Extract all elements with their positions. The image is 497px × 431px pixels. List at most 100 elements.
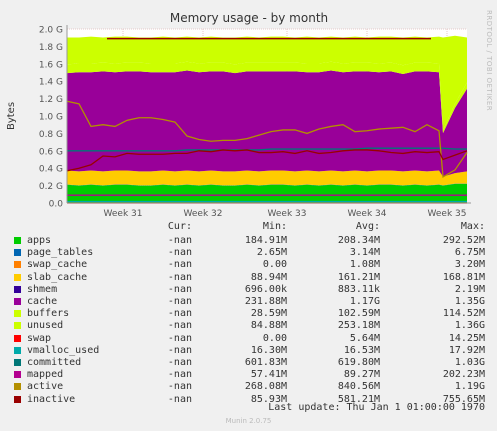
y-tick-label: 0.6 G: [39, 147, 63, 157]
last-update: Last update: Thu Jan 1 01:00:00 1970: [268, 402, 485, 413]
legend-max: 1.35G: [454, 296, 485, 307]
legend-max: 114.52M: [442, 308, 485, 320]
header-min: Min:: [262, 221, 287, 232]
legend-max: 1.03G: [454, 357, 485, 368]
rrdtool-credit: RRDTOOL / TOBI OETIKER: [485, 10, 493, 112]
legend-min: 57.41M: [250, 369, 287, 381]
legend-min: 184.91M: [244, 235, 287, 246]
memory-chart: 0.0 0.2 G 0.4 G 0.6 G 0.8 G 1.0 G 1.2 G 1.4 G 1.…: [6, 11, 471, 219]
area-cache: [67, 70, 467, 177]
y-tick-label: 1.8 G: [39, 43, 63, 53]
legend-min: 0.00: [262, 259, 287, 271]
legend-name: vmalloc_used: [27, 344, 100, 356]
legend-row-apps: apps -nan 184.91M 208.34M 292.52M: [0, 235, 497, 247]
legend-min: 16.30M: [250, 344, 287, 356]
legend-max: 292.52M: [442, 235, 485, 246]
y-tick-label: 0.2 G: [39, 182, 63, 192]
legend-max: 1.36G: [454, 320, 485, 332]
legend-cur: -nan: [167, 381, 192, 393]
legend-row-active: active -nan 268.08M 840.56M 1.19G: [0, 381, 497, 393]
legend-avg: 619.80M: [337, 357, 380, 368]
legend-name: inactive: [27, 393, 76, 405]
legend-avg: 5.64M: [349, 332, 380, 344]
legend-name: unused: [27, 320, 64, 332]
legend-min: 84.88M: [250, 320, 287, 332]
legend-cur: -nan: [167, 332, 192, 344]
header-avg: Avg:: [355, 221, 380, 232]
chart-title: Memory usage - by month: [170, 11, 328, 25]
legend-cur: -nan: [167, 369, 192, 381]
munin-footer: Munin 2.0.75: [225, 417, 272, 425]
y-tick-label: 2.0 G: [39, 26, 63, 36]
y-axis-label: Bytes: [6, 102, 17, 130]
legend-name: swap_cache: [27, 259, 88, 271]
legend-row-vmalloc_used: vmalloc_used -nan 16.30M 16.53M 17.92M: [0, 345, 497, 357]
legend-name: buffers: [27, 308, 70, 320]
legend-min: 696.00k: [244, 283, 287, 295]
legend-cur: -nan: [167, 296, 192, 307]
legend-cur: -nan: [167, 235, 192, 246]
y-tick-label: 1.0 G: [39, 113, 63, 123]
y-tick-label: 1.2 G: [39, 95, 63, 105]
legend-max: 6.75M: [454, 247, 485, 259]
legend-swatch: [14, 237, 21, 244]
legend-row-mapped: mapped -nan 57.41M 89.27M 202.23M: [0, 369, 497, 381]
legend-min: 88.94M: [250, 271, 287, 283]
legend-cur: -nan: [167, 357, 192, 368]
legend-min: 2.65M: [256, 247, 287, 259]
legend-avg: 1.17G: [349, 296, 380, 307]
x-tick-label: Week 34: [348, 209, 387, 219]
legend-avg: 89.27M: [343, 369, 380, 381]
legend-cur: -nan: [167, 271, 192, 283]
legend-row-cache: cache -nan 231.88M 1.17G 1.35G: [0, 296, 497, 308]
legend-name: slab_cache: [27, 271, 88, 283]
legend-cur: -nan: [167, 393, 192, 405]
legend-avg: 1.08M: [349, 259, 380, 271]
legend-cur: -nan: [167, 308, 192, 320]
legend-max: 14.25M: [448, 332, 485, 344]
legend-avg: 161.21M: [337, 271, 380, 283]
legend-avg: 253.18M: [337, 320, 380, 332]
legend-cur: -nan: [167, 259, 192, 271]
legend-cur: -nan: [167, 344, 192, 356]
header-max: Max:: [460, 221, 485, 232]
legend-swatch: [14, 322, 21, 330]
legend-row-committed: committed -nan 601.83M 619.80M 1.03G: [0, 357, 497, 369]
legend-avg: 840.56M: [337, 381, 380, 393]
legend-row-buffers: buffers -nan 28.59M 102.59M 114.52M: [0, 308, 497, 320]
legend-cur: -nan: [167, 247, 192, 259]
legend-row-swap: swap -nan 0.00 5.64M 14.25M: [0, 333, 497, 345]
legend-swatch: [14, 261, 21, 269]
legend-swatch: [14, 249, 21, 257]
x-tick-label: Week 35: [428, 209, 467, 219]
legend-row-slab_cache: slab_cache -nan 88.94M 161.21M 168.81M: [0, 272, 497, 284]
y-tick-label: 1.4 G: [39, 78, 63, 88]
legend-avg: 102.59M: [337, 308, 380, 320]
legend-min: 28.59M: [250, 308, 287, 320]
x-tick-label: Week 33: [268, 209, 307, 219]
y-tick-label: 0.8 G: [39, 130, 63, 140]
legend-name: committed: [27, 357, 82, 368]
legend-avg: 16.53M: [343, 344, 380, 356]
legend-name: cache: [27, 296, 58, 307]
legend-min: 268.08M: [244, 381, 287, 393]
legend-swatch: [14, 298, 21, 305]
legend-max: 202.23M: [442, 369, 485, 381]
legend-cur: -nan: [167, 283, 192, 295]
stacked-areas: [67, 35, 467, 203]
legend-name: active: [27, 381, 64, 393]
legend-name: shmem: [27, 283, 58, 295]
legend-row-unused: unused -nan 84.88M 253.18M 1.36G: [0, 320, 497, 332]
x-tick-label: Week 31: [104, 209, 143, 219]
legend-max: 17.92M: [448, 344, 485, 356]
legend-min: 0.00: [262, 332, 287, 344]
legend-name: apps: [27, 235, 52, 246]
legend-swatch: [14, 310, 21, 318]
legend-max: 1.19G: [454, 381, 485, 393]
legend-min: 601.83M: [244, 357, 287, 368]
legend-row-shmem: shmem -nan 696.00k 883.11k 2.19M: [0, 284, 497, 296]
y-tick-label: 1.6 G: [39, 60, 63, 70]
x-tick-label: Week 32: [184, 209, 223, 219]
legend-name: swap: [27, 332, 52, 344]
legend-max: 3.20M: [454, 259, 485, 271]
